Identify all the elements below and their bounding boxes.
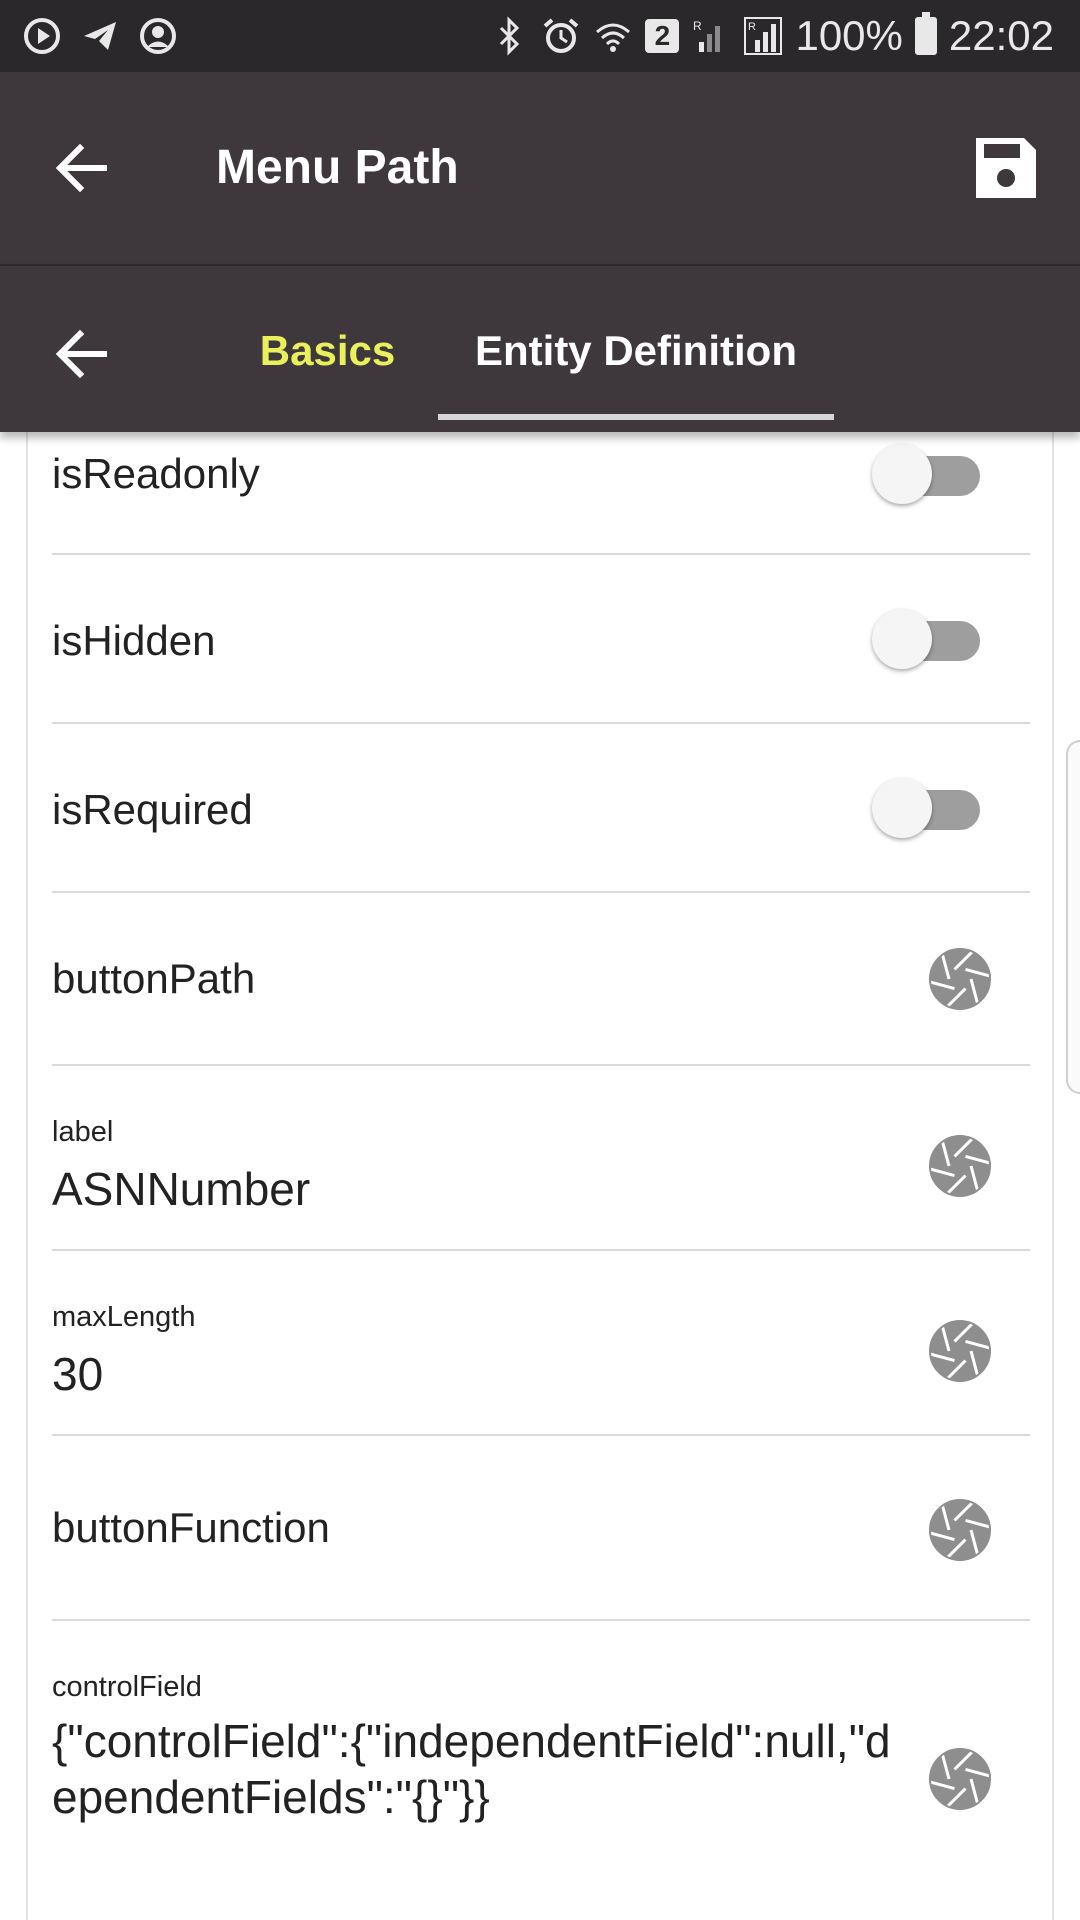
arrow-back-icon[interactable] [48,318,120,390]
field-label: isRequired [52,786,253,833]
field-label: maxLength [52,1301,196,1333]
field-label: isReadonly [52,450,260,497]
clock-time: 22:02 [948,12,1054,59]
wifi-icon [596,23,631,52]
arrow-back-icon[interactable] [48,132,120,204]
save-icon[interactable] [972,134,1040,202]
aperture-icon[interactable] [928,1747,992,1811]
list-item-maxlength[interactable]: maxLength 30 [52,1251,1030,1436]
play-circle-icon [24,18,60,54]
field-label: label [52,1116,114,1148]
signal-roaming-icon: R [744,17,783,55]
tab-indicator [438,414,834,420]
account-circle-icon [140,18,176,54]
field-label: buttonFunction [52,1504,330,1551]
tab-basics[interactable]: Basics [250,306,405,396]
toggle-knob [872,609,932,669]
toggle-knob [872,778,932,838]
tab-bar: Basics Entity Definition [0,264,1080,432]
notification-badge: 2 [645,19,680,53]
isreadonly-toggle[interactable] [872,442,982,506]
app-bar: Menu Path [0,72,1080,264]
field-value: 30 [52,1348,104,1400]
list-item-buttonpath[interactable]: buttonPath [52,893,1030,1066]
isrequired-toggle[interactable] [872,776,982,840]
battery-icon [914,12,937,55]
list-item-isreadonly: isReadonly [52,432,1030,555]
ishidden-toggle[interactable] [872,607,982,671]
svg-text:R: R [748,21,756,33]
aperture-icon[interactable] [928,947,992,1011]
telegram-icon [84,22,116,50]
status-right-icons: 2 R R 100% 22:02 [489,10,1054,62]
list-item-ishidden: isHidden [52,555,1030,724]
toggle-knob [872,444,932,504]
list-item-label[interactable]: label ASNNumber [52,1066,1030,1251]
field-value: ASNNumber [52,1163,311,1215]
field-list: isReadonly isHidden isRequired buttonPat… [26,432,1054,1920]
signal-roaming-icon: R [693,19,721,52]
alarm-icon [544,18,579,53]
field-label: buttonPath [52,955,256,1002]
status-left-icons [22,14,178,58]
aperture-icon[interactable] [928,1134,992,1198]
aperture-icon[interactable] [928,1319,992,1383]
list-item-isrequired: isRequired [52,724,1030,893]
aperture-icon[interactable] [928,1498,992,1562]
battery-percent: 100% [795,12,903,59]
bluetooth-icon [500,16,520,56]
list-item-buttonfunction[interactable]: buttonFunction [52,1436,1030,1621]
scrollbar-handle[interactable] [1066,740,1080,1094]
field-value: {"controlField":{"independentField":null… [52,1715,891,1823]
tab-entity-definition[interactable]: Entity Definition [438,306,834,396]
page-title: Menu Path [216,141,459,194]
field-label: isHidden [52,617,216,664]
svg-text:R: R [693,19,702,33]
status-bar: 2 R R 100% 22:02 [0,0,1080,72]
field-label: controlField [52,1671,202,1703]
list-item-controlfield[interactable]: controlField {"controlField":{"independe… [52,1621,1030,1920]
